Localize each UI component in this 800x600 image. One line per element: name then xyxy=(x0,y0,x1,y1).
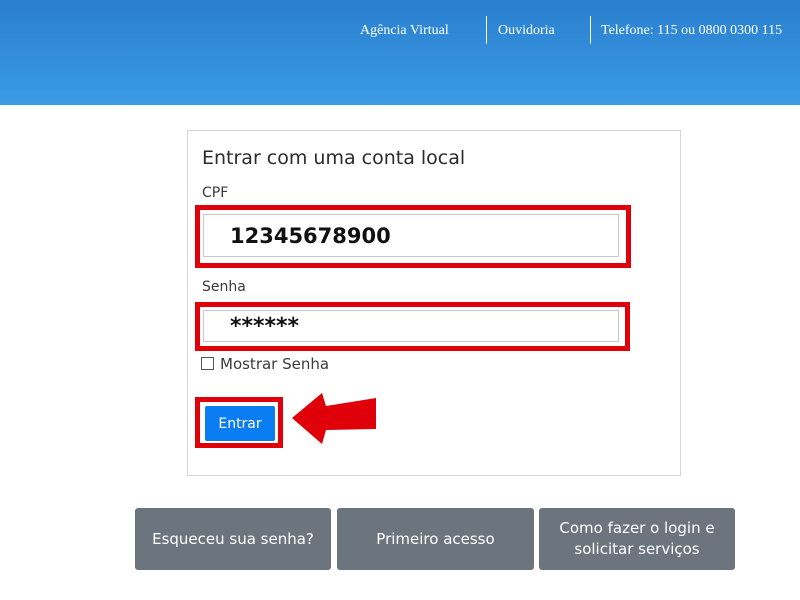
nav-telefone: Telefone: 115 ou 0800 0300 115 xyxy=(601,23,783,38)
show-password-checkbox[interactable] xyxy=(201,357,214,370)
site-header: Agência Virtual Ouvidoria Telefone: 115 … xyxy=(0,0,800,105)
cpf-label: CPF xyxy=(202,185,229,201)
cpf-input[interactable] xyxy=(203,214,619,257)
how-to-login-button[interactable]: Como fazer o login e solicitar serviços xyxy=(539,508,735,570)
forgot-password-button[interactable]: Esqueceu sua senha? xyxy=(135,508,331,570)
show-password-row[interactable]: Mostrar Senha xyxy=(201,355,329,375)
nav-link-agencia-virtual[interactable]: Agência Virtual xyxy=(360,23,449,39)
nav-divider xyxy=(590,16,591,44)
submit-button[interactable]: Entrar xyxy=(205,406,275,441)
header-nav: Agência Virtual Ouvidoria Telefone: 115 … xyxy=(0,16,800,46)
nav-link-ouvidoria[interactable]: Ouvidoria xyxy=(498,23,555,39)
show-password-label: Mostrar Senha xyxy=(220,355,330,373)
arrow-left-icon xyxy=(292,393,376,444)
nav-divider xyxy=(486,16,487,44)
senha-label: Senha xyxy=(202,279,246,295)
first-access-button[interactable]: Primeiro acesso xyxy=(337,508,534,570)
login-title: Entrar com uma conta local xyxy=(202,147,466,169)
senha-input[interactable] xyxy=(203,310,619,342)
